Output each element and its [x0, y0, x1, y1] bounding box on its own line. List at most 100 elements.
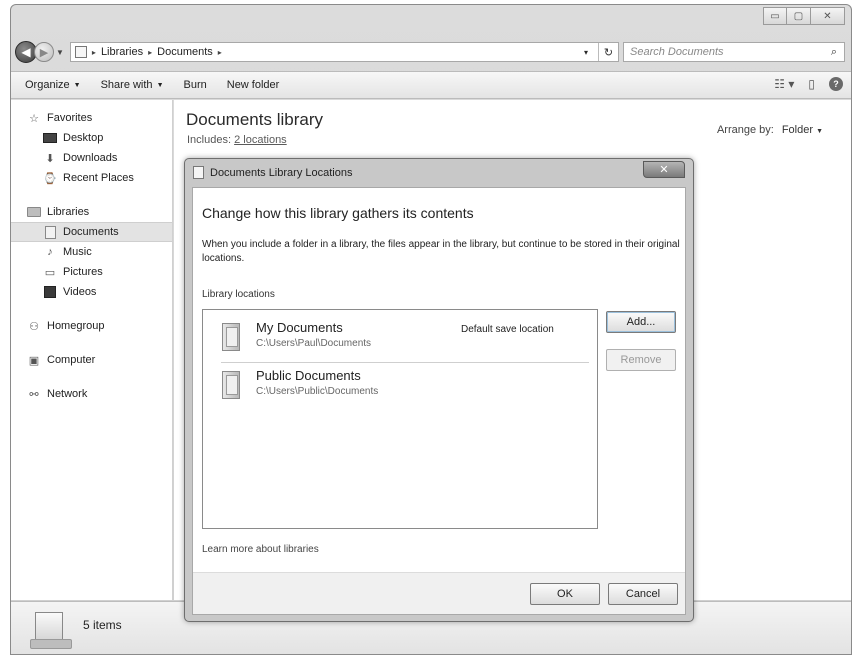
sidebar-item-label: Favorites	[47, 112, 93, 124]
toolbar-right: ☷ ▾ ▯ ?	[774, 77, 843, 91]
downloads-icon: ⬇	[45, 152, 55, 165]
arrange-by-value: Folder	[781, 124, 813, 136]
arrange-by: Arrange by: Folder ▼	[717, 124, 823, 136]
organize-button[interactable]: Organize ▼	[25, 79, 81, 91]
includes-locations-link[interactable]: 2 locations	[234, 134, 287, 146]
sidebar-item-documents[interactable]: Documents	[11, 222, 172, 242]
library-locations-list[interactable]: My Documents C:\Users\Paul\Documents Def…	[202, 309, 598, 529]
library-icon	[193, 166, 204, 179]
help-icon[interactable]: ?	[829, 77, 843, 91]
preview-pane-icon[interactable]: ▯	[808, 77, 815, 91]
add-button[interactable]: Add...	[606, 311, 676, 333]
dialog-description: When you include a folder in a library, …	[202, 239, 680, 264]
address-dropdown-icon[interactable]: ▾	[579, 48, 593, 57]
sidebar-item-label: Homegroup	[47, 320, 105, 332]
document-icon	[43, 225, 57, 239]
sidebar-item-label: Computer	[47, 354, 96, 366]
dialog-footer: OK Cancel	[193, 572, 685, 614]
sidebar-item-label: Pictures	[63, 266, 103, 278]
page-title: Documents library	[186, 110, 323, 129]
library-includes: Includes: 2 locations	[187, 134, 287, 146]
location-name: Public Documents	[256, 368, 361, 383]
close-button[interactable]: ✕	[811, 7, 845, 25]
music-icon: ♪	[47, 246, 53, 258]
change-view-icon[interactable]: ☷ ▾	[774, 77, 794, 91]
sidebar-item-favorites[interactable]: ☆ Favorites	[11, 108, 172, 128]
dialog-title: Documents Library Locations	[210, 166, 353, 179]
navigation-pane: ☆ Favorites Desktop ⬇ Downloads ⌚ Recent…	[11, 100, 173, 600]
sidebar-item-label: Recent Places	[63, 172, 134, 184]
sidebar-item-downloads[interactable]: ⬇ Downloads	[11, 148, 172, 168]
documents-folder-icon	[222, 371, 240, 399]
documents-folder-icon	[222, 323, 240, 351]
recent-places-icon: ⌚	[43, 172, 57, 185]
sidebar-item-desktop[interactable]: Desktop	[11, 128, 172, 148]
sidebar-item-label: Libraries	[47, 206, 90, 218]
search-input[interactable]: Search Documents	[630, 46, 824, 58]
remove-button[interactable]: Remove	[606, 349, 676, 371]
sidebar-item-videos[interactable]: Videos	[11, 282, 172, 302]
chevron-right-icon[interactable]: ▸	[92, 48, 96, 57]
sidebar-item-music[interactable]: ♪ Music	[11, 242, 172, 262]
ok-button[interactable]: OK	[530, 583, 600, 605]
share-with-button[interactable]: Share with ▼	[101, 79, 164, 91]
share-with-label: Share with	[100, 79, 153, 91]
cancel-button[interactable]: Cancel	[608, 583, 678, 605]
sidebar-item-network[interactable]: ⚯ Network	[11, 384, 172, 404]
burn-button[interactable]: Burn	[184, 79, 207, 91]
search-box[interactable]: Search Documents ⌕	[623, 42, 845, 62]
chevron-down-icon: ▼	[73, 81, 81, 89]
sidebar-item-label: Desktop	[63, 132, 104, 144]
sidebar-item-libraries[interactable]: Libraries	[11, 202, 172, 222]
sidebar-item-pictures[interactable]: ▭ Pictures	[11, 262, 172, 282]
organize-label: Organize	[25, 79, 70, 91]
forward-button[interactable]: ▶	[34, 42, 54, 62]
refresh-icon[interactable]: ↻	[598, 43, 618, 61]
computer-icon: ▣	[28, 354, 40, 367]
sidebar-item-homegroup[interactable]: ⚇ Homegroup	[11, 316, 172, 336]
sidebar-item-computer[interactable]: ▣ Computer	[11, 350, 172, 370]
item-count: 5 items	[83, 618, 122, 632]
includes-label: Includes:	[187, 134, 232, 146]
breadcrumb-documents[interactable]: Documents	[157, 46, 213, 58]
chevron-right-icon[interactable]: ▸	[148, 48, 152, 57]
network-icon: ⚯	[29, 388, 39, 401]
list-item[interactable]: Public Documents C:\Users\Public\Documen…	[203, 366, 597, 412]
arrange-by-dropdown[interactable]: Folder ▼	[782, 124, 823, 136]
sidebar-item-recent-places[interactable]: ⌚ Recent Places	[11, 168, 172, 188]
breadcrumb-libraries[interactable]: Libraries	[101, 46, 143, 58]
new-folder-button[interactable]: New folder	[227, 79, 280, 91]
dialog-close-button[interactable]: ✕	[643, 161, 685, 178]
default-save-location-label: Default save location	[461, 324, 554, 335]
sidebar-item-label: Downloads	[63, 152, 118, 164]
dialog-heading: Change how this library gathers its cont…	[202, 205, 474, 221]
pictures-icon: ▭	[44, 266, 56, 279]
sidebar-item-label: Documents	[63, 226, 119, 238]
videos-icon	[43, 286, 57, 298]
homegroup-icon: ⚇	[29, 320, 39, 333]
library-locations-label: Library locations	[202, 289, 275, 300]
star-icon: ☆	[29, 112, 39, 125]
folder-icon	[27, 206, 41, 218]
minimize-button[interactable]: ▭	[763, 7, 787, 25]
location-name: My Documents	[256, 320, 343, 335]
address-bar[interactable]: ▸ Libraries ▸ Documents ▸ ▾ ↻	[69, 42, 619, 62]
sidebar-item-label: Music	[63, 246, 92, 258]
chevron-down-icon: ▼	[156, 81, 164, 89]
dialog-title-bar: Documents Library Locations	[193, 166, 352, 179]
chevron-right-icon[interactable]: ▸	[218, 48, 222, 57]
desktop-icon	[43, 132, 57, 144]
list-item[interactable]: My Documents C:\Users\Paul\Documents Def…	[203, 318, 597, 364]
maximize-button[interactable]: ▢	[787, 7, 811, 25]
history-dropdown-icon[interactable]: ▼	[56, 48, 64, 57]
location-path: C:\Users\Public\Documents	[256, 386, 379, 397]
learn-more-link[interactable]: Learn more about libraries	[202, 544, 319, 555]
arrange-by-label: Arrange by:	[716, 124, 774, 136]
sidebar-item-label: Videos	[63, 286, 97, 298]
command-bar: Organize ▼ Share with ▼ Burn New folder …	[11, 71, 851, 99]
search-icon[interactable]: ⌕	[824, 46, 844, 59]
